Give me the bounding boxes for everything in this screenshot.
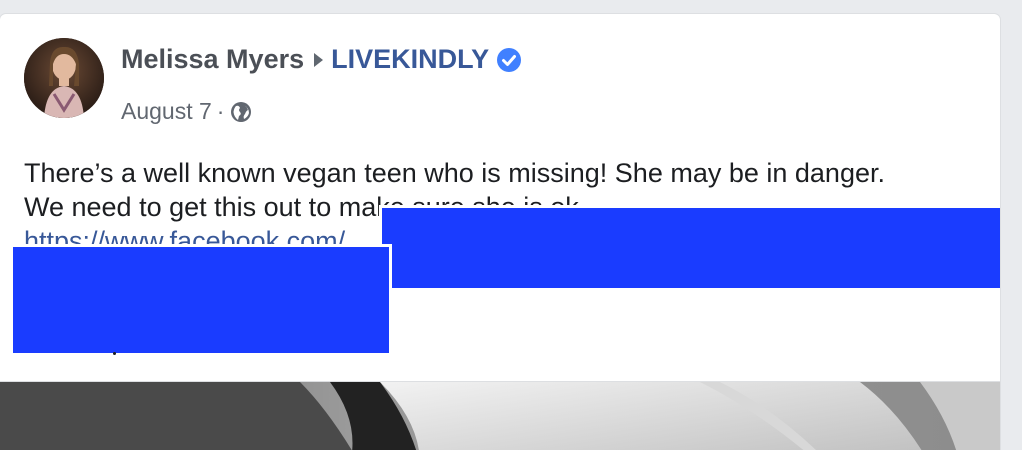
author-avatar[interactable] bbox=[24, 38, 104, 118]
post-header: Melissa Myers LIVEKINDLY bbox=[121, 44, 522, 75]
text-fragment bbox=[113, 352, 116, 355]
redaction-box bbox=[13, 247, 389, 353]
post-card: Melissa Myers LIVEKINDLY August 7 · Ther… bbox=[0, 14, 1000, 450]
verified-badge-icon bbox=[496, 47, 522, 73]
right-triangle-icon bbox=[314, 52, 324, 67]
post-photo[interactable] bbox=[0, 382, 1000, 450]
meta-separator: · bbox=[216, 98, 225, 124]
globe-icon[interactable] bbox=[230, 101, 252, 123]
post-text-line: There’s a well known vegan teen who is m… bbox=[24, 158, 885, 188]
post-date-link[interactable]: August 7 bbox=[121, 98, 212, 125]
page-name-link[interactable]: LIVEKINDLY bbox=[331, 44, 489, 75]
post-meta: August 7 · bbox=[121, 98, 252, 125]
author-name-link[interactable]: Melissa Myers bbox=[121, 44, 304, 75]
redaction-box bbox=[382, 208, 1000, 288]
